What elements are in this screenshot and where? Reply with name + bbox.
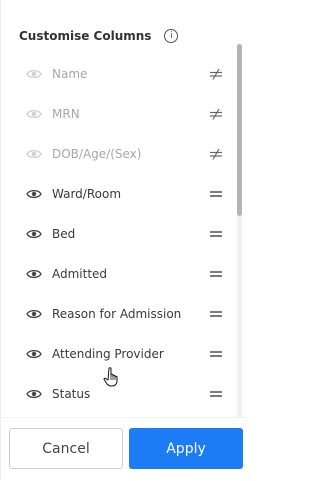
scrollbar[interactable] xyxy=(237,44,242,422)
eye-icon[interactable] xyxy=(26,308,42,320)
panel-header: Customise Columns i xyxy=(19,29,179,43)
apply-button[interactable]: Apply xyxy=(129,428,243,469)
eye-icon[interactable] xyxy=(26,348,42,360)
drag-handle-icon[interactable] xyxy=(209,308,223,320)
customise-columns-panel: Customise Columns i Name MRN DOB/Age/(Se… xyxy=(0,0,247,481)
not-equal-icon xyxy=(209,148,223,160)
column-row[interactable]: Bed xyxy=(1,214,239,254)
column-label: Reason for Admission xyxy=(52,307,182,321)
info-icon[interactable]: i xyxy=(164,29,179,43)
column-list: Name MRN DOB/Age/(Sex) Ward/Room Bed Adm… xyxy=(1,54,239,414)
panel-title: Customise Columns xyxy=(19,29,152,43)
eye-icon xyxy=(26,108,42,120)
drag-handle-icon[interactable] xyxy=(209,388,223,400)
eye-icon[interactable] xyxy=(26,268,42,280)
column-row[interactable]: Reason for Admission xyxy=(1,294,239,334)
column-label: MRN xyxy=(52,107,80,121)
column-label: Bed xyxy=(52,227,76,241)
eye-icon xyxy=(26,148,42,160)
column-label: Status xyxy=(52,387,91,401)
column-row[interactable]: Name xyxy=(1,54,239,94)
column-label: Attending Provider xyxy=(52,347,164,361)
column-label: DOB/Age/(Sex) xyxy=(52,147,142,161)
not-equal-icon xyxy=(209,68,223,80)
column-row[interactable]: Admitted xyxy=(1,254,239,294)
not-equal-icon xyxy=(209,108,223,120)
eye-icon xyxy=(26,68,42,80)
eye-icon[interactable] xyxy=(26,188,42,200)
eye-icon[interactable] xyxy=(26,388,42,400)
column-row[interactable]: Ward/Room xyxy=(1,174,239,214)
column-label: Name xyxy=(52,67,88,81)
cancel-button[interactable]: Cancel xyxy=(9,428,123,469)
column-row[interactable]: MRN xyxy=(1,94,239,134)
eye-icon[interactable] xyxy=(26,228,42,240)
column-row[interactable]: DOB/Age/(Sex) xyxy=(1,134,239,174)
scrollbar-thumb[interactable] xyxy=(237,44,242,216)
drag-handle-icon[interactable] xyxy=(209,188,223,200)
hand-cursor-icon xyxy=(103,367,118,387)
drag-handle-icon[interactable] xyxy=(209,228,223,240)
drag-handle-icon[interactable] xyxy=(209,268,223,280)
column-label: Admitted xyxy=(52,267,108,281)
drag-handle-icon[interactable] xyxy=(209,348,223,360)
column-label: Ward/Room xyxy=(52,187,122,201)
panel-footer: Cancel Apply xyxy=(1,417,247,481)
